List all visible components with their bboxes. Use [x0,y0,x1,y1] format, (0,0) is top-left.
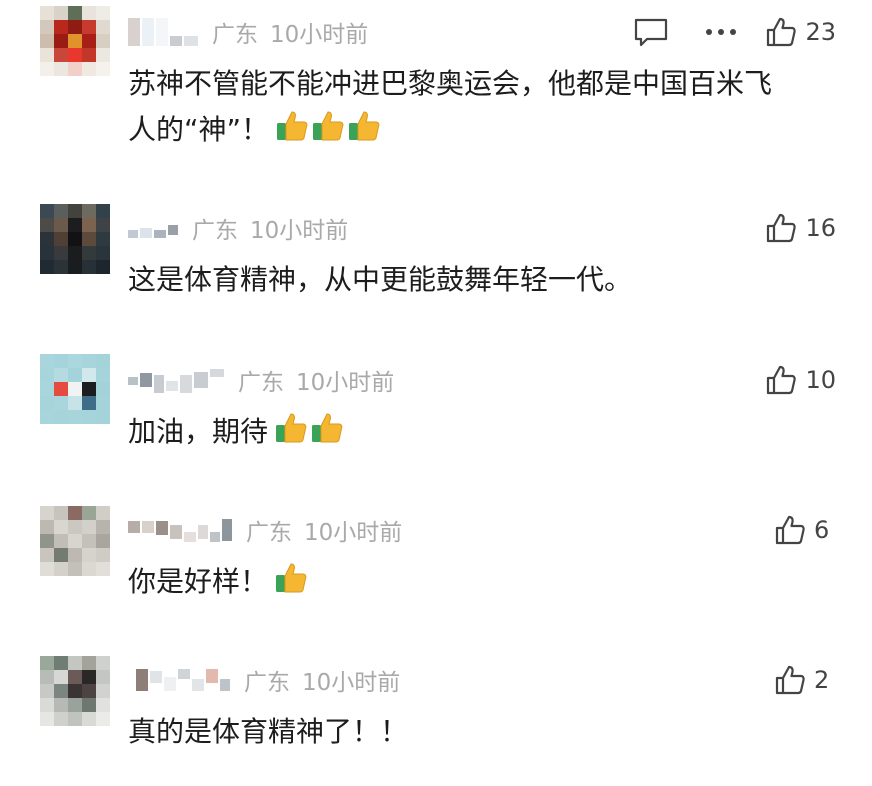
like-count: 23 [805,18,836,46]
like-count: 16 [805,214,836,242]
avatar[interactable] [40,506,110,576]
thumbs-up-icon [276,413,307,443]
username-blurred[interactable] [128,213,178,243]
location-label: 广东 [238,370,284,396]
thumbs-up-outline-icon [767,17,797,47]
username-blurred[interactable] [128,515,232,545]
timestamp: 10小时前 [270,22,369,48]
timestamp: 10小时前 [302,670,401,696]
emoji-group [274,561,308,595]
timestamp: 10小时前 [304,520,403,546]
location-label: 广东 [212,22,258,48]
like-button[interactable]: 16 [765,212,836,244]
thumbs-up-icon [277,111,308,141]
more-icon[interactable] [705,28,737,36]
comment-text: 苏神不管能不能冲进巴黎奥运会，他都是中国百米飞 [128,58,772,110]
avatar[interactable] [40,204,110,274]
username-blurred[interactable] [128,365,224,395]
comment-item: 广东 10小时前 6 你是好样！ [0,498,872,648]
emoji-group [274,411,344,445]
avatar[interactable] [40,656,110,726]
comment-text: 加油，期待 [128,406,344,458]
comment-text-line1: 你是好样！ [128,565,269,598]
emoji-group [275,109,381,143]
username-blurred[interactable] [128,17,198,47]
thumbs-up-outline-icon [775,665,805,695]
comment-text: 真的是体育精神了！！ [128,715,409,748]
avatar[interactable] [40,6,110,76]
comment-text-cont: 人的“神”！ [128,104,381,156]
like-count: 10 [805,366,836,394]
thumbs-up-icon [312,413,343,443]
comment-text-line2: 人的“神”！ [128,113,270,146]
like-button[interactable]: 23 [765,16,836,48]
username-blurred[interactable] [128,665,230,695]
thumbs-up-outline-icon [767,365,797,395]
avatar[interactable] [40,354,110,424]
comment-item: 广东 10小时前 23 苏神不管能不能冲进巴黎奥运会，他都是中国百米飞 人的“神… [0,0,872,190]
like-button[interactable]: 6 [774,514,836,546]
thumbs-up-outline-icon [775,515,805,545]
location-label: 广东 [246,520,292,546]
reply-icon[interactable] [633,17,669,47]
thumbs-up-icon [276,563,307,593]
location-label: 广东 [192,218,238,244]
like-button[interactable]: 2 [774,664,836,696]
comment-item: 广东 10小时前 2 真的是体育精神了！！ [0,648,872,786]
like-count: 2 [814,666,830,694]
comment-text-line1: 苏神不管能不能冲进巴黎奥运会，他都是中国百米飞 [128,67,773,100]
timestamp: 10小时前 [296,370,395,396]
thumbs-up-icon [349,111,380,141]
thumbs-up-outline-icon [767,213,797,243]
timestamp: 10小时前 [250,218,349,244]
comment-text: 这是体育精神，从中更能鼓舞年轻一代。 [128,263,633,296]
like-count: 6 [814,516,830,544]
like-button[interactable]: 10 [765,364,836,396]
comment-item: 广东 10小时前 16 这是体育精神，从中更能鼓舞年轻一代。 [0,196,872,346]
thumbs-up-icon [313,111,344,141]
comment-text-line1: 加油，期待 [128,415,269,448]
comment-text: 你是好样！ [128,556,308,608]
location-label: 广东 [244,670,290,696]
comment-item: 广东 10小时前 10 加油，期待 [0,348,872,498]
